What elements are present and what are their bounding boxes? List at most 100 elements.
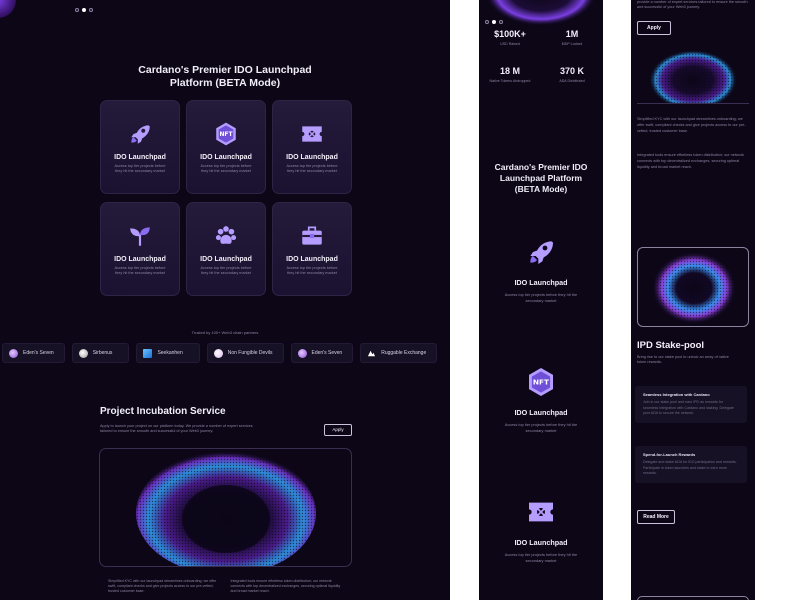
card-description: Access top tier projects before they hit…	[114, 266, 166, 275]
feature-card[interactable]: IDO Launchpad Access top tier projects b…	[100, 202, 180, 296]
feature-text: Integrated tools ensure effortless token…	[637, 153, 744, 169]
carousel-dot[interactable]	[485, 20, 489, 24]
partner-strip: Eden's Seven Sirbenus Seekanhen Non Fung…	[0, 343, 450, 363]
feature-card[interactable]: IDO Launchpad Access top tier projects b…	[272, 100, 352, 194]
stat-item: $100K+ USD Raised	[479, 29, 541, 46]
title-line: Launchpad Platform	[499, 173, 583, 183]
feature-text-left: Simplified KYC with our launchpad stream…	[108, 579, 217, 593]
partner-logo-icon	[367, 349, 376, 358]
title-line: Platform (BETA Mode)	[169, 77, 281, 89]
carousel-dot[interactable]	[75, 8, 79, 12]
stat-value: 370 K	[559, 66, 585, 76]
sprout-icon	[127, 223, 153, 249]
partner-name: Eden's Seven	[311, 350, 343, 356]
feature-card[interactable]: IDO Launchpad Access top tier projects b…	[479, 496, 603, 564]
card-description: Access top tier projects before they hit…	[504, 292, 578, 303]
partner-badge[interactable]: Non Fungible Devils	[206, 343, 284, 363]
partner-name: Sirbenus	[92, 350, 113, 356]
stat-value: $100K+	[494, 29, 526, 39]
apply-button[interactable]: Apply	[637, 21, 671, 35]
carousel-dots	[485, 20, 503, 24]
card-description: Access top tier projects before they hit…	[504, 552, 578, 563]
card-description: Access top tier projects before they hit…	[200, 266, 252, 275]
feature-card[interactable]: NFT IDO Launchpad Access top tier projec…	[186, 100, 266, 194]
card-description: Access top tier projects before they hit…	[286, 266, 338, 275]
card-description: Access top tier projects before they hit…	[286, 164, 338, 173]
partner-badge[interactable]: Eden's Seven	[2, 343, 65, 363]
title-line: Cardano's Premier IDO	[494, 162, 588, 172]
rocket-icon	[127, 121, 153, 147]
carousel-dot[interactable]	[499, 20, 503, 24]
stat-label: ADA Distributed	[559, 79, 585, 83]
card-title: IDO Launchpad	[514, 538, 568, 547]
feature-text-right: Integrated tools ensure effortless token…	[230, 579, 341, 593]
ticket-icon	[525, 496, 557, 528]
feature-card[interactable]: IDO Launchpad Access top tier projects b…	[272, 202, 352, 296]
feature-card[interactable]: IDO Launchpad Access top tier projects b…	[100, 100, 180, 194]
feature-text: Simplified KYC with our launchpad stream…	[637, 117, 746, 133]
title-line: (BETA Mode)	[514, 184, 568, 194]
nft-hexagon-icon: NFT	[525, 366, 557, 398]
card-description: Access top tier projects before they hit…	[504, 422, 578, 433]
partner-name: Eden's Seven	[23, 350, 54, 356]
feature-columns: Simplified KYC with our launchpad stream…	[108, 579, 343, 594]
stats-row: 18 M Native Tokens Airdropped 370 K ADA …	[479, 66, 603, 83]
stat-item: 18 M Native Tokens Airdropped	[479, 66, 541, 83]
read-more-button[interactable]: Read More	[637, 510, 675, 524]
carousel-dot-active[interactable]	[492, 20, 496, 24]
page-title: Cardano's Premier IDO Launchpad Platform…	[479, 162, 603, 195]
feature-card[interactable]: NFT IDO Launchpad Access top tier projec…	[479, 366, 603, 434]
svg-text:NFT: NFT	[219, 131, 233, 138]
carousel-dot-active[interactable]	[82, 8, 86, 12]
partner-badge[interactable]: Eden's Seven	[290, 343, 354, 363]
card-outline	[637, 596, 749, 600]
rocket-icon	[525, 236, 557, 268]
partner-name: Seekanhen	[157, 350, 183, 356]
ticket-icon	[299, 121, 325, 147]
stat-label: Native Tokens Airdropped	[489, 79, 531, 83]
partner-name: Non Fungible Devils	[227, 350, 273, 356]
feature-description: Join in our stake pool and earn IPD as r…	[643, 400, 734, 415]
nft-hexagon-icon: NFT	[213, 121, 239, 147]
stat-label: $IDP Locked	[561, 42, 583, 46]
hero-globe-graphic	[637, 50, 749, 104]
partner-logo-icon	[9, 348, 18, 358]
card-title: IDO Launchpad	[200, 154, 252, 161]
partner-logo-icon	[297, 348, 307, 358]
partner-badge[interactable]: Seekanhen	[136, 343, 200, 363]
feature-item: Seamless Integration with Cardano Join i…	[635, 386, 747, 423]
partner-name: Ruggable Exchange	[381, 350, 427, 356]
section-description: provide a number of expert services tail…	[637, 0, 748, 9]
mobile-view-1: $100K+ USD Raised 1M $IDP Locked 18 M Na…	[479, 0, 603, 600]
stats-row: $100K+ USD Raised 1M $IDP Locked	[479, 29, 603, 46]
card-title: IDO Launchpad	[286, 256, 338, 263]
feature-card[interactable]: IDO Launchpad Access top tier projects b…	[186, 202, 266, 296]
partner-logo-icon	[78, 348, 88, 358]
stat-item: 1M $IDP Locked	[541, 29, 603, 46]
section-description: Bring rise to our stake pool to unlock a…	[637, 355, 729, 364]
svg-text:NFT: NFT	[533, 378, 549, 387]
page-title: Cardano's Premier IDO Launchpad Platform…	[0, 64, 450, 90]
paw-icon	[213, 223, 239, 249]
partner-badge[interactable]: Sirbenus	[71, 343, 130, 363]
stat-value: 18 M	[499, 66, 520, 76]
mobile-view-2: provide a number of expert services tail…	[631, 0, 755, 600]
feature-card-grid: IDO Launchpad Access top tier projects b…	[100, 100, 352, 296]
partner-logo-icon	[143, 348, 153, 358]
card-description: Access top tier projects before they hit…	[200, 164, 252, 173]
section-title: Project Incubation Service	[100, 406, 226, 417]
hero-globe-graphic	[99, 448, 352, 567]
title-line: Cardano's Premier IDO Launchpad	[138, 64, 312, 76]
card-title: IDO Launchpad	[114, 154, 166, 161]
partner-badge[interactable]: Ruggable Exchange	[360, 343, 438, 363]
feature-title: Spend-for-Launch Rewards	[643, 452, 696, 457]
apply-button[interactable]: Apply	[324, 424, 352, 436]
carousel-dot[interactable]	[89, 8, 93, 12]
card-title: IDO Launchpad	[114, 256, 166, 263]
feature-card[interactable]: IDO Launchpad Access top tier projects b…	[479, 236, 603, 304]
section-title: IPD Stake-pool	[637, 340, 705, 351]
section-description: Apply to launch your project on our plat…	[100, 424, 253, 433]
card-title: IDO Launchpad	[514, 278, 568, 287]
card-title: IDO Launchpad	[286, 154, 338, 161]
stat-value: 1M	[565, 29, 579, 39]
